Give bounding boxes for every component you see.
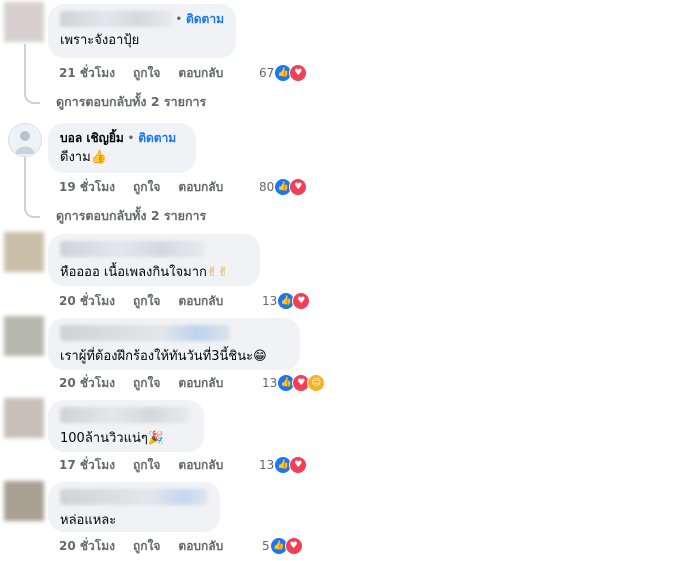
thread-line bbox=[24, 157, 26, 204]
reaction-summary[interactable]: 13 👍 ♥ bbox=[262, 292, 311, 310]
commenter-name-blurred[interactable] bbox=[60, 489, 208, 505]
comment-actions: 19 ชั่วโมง ถูกใจ ตอบกลับ bbox=[59, 178, 223, 196]
reaction-count: 67 bbox=[259, 66, 275, 80]
commenter-name-blurred[interactable] bbox=[60, 11, 172, 27]
like-button[interactable]: ถูกใจ bbox=[133, 292, 160, 311]
commenter-avatar[interactable] bbox=[4, 398, 44, 438]
follow-button[interactable]: ติดตาม bbox=[138, 129, 176, 148]
commenter-name-blurred[interactable] bbox=[60, 407, 190, 423]
comment-time[interactable]: 21 ชั่วโมง bbox=[59, 64, 115, 83]
comment-bubble: • ติดตาม เพราะจังอาปุ้ย bbox=[48, 4, 236, 58]
comment-bubble: บอล เชิญยิ้ม • ติดตาม ดีงาม👍 bbox=[48, 123, 196, 173]
comment-time[interactable]: 20 ชั่วโมง bbox=[59, 374, 115, 393]
reply-button[interactable]: ตอบกลับ bbox=[178, 292, 223, 311]
reaction-count: 5 bbox=[262, 539, 270, 553]
reply-button[interactable]: ตอบกลับ bbox=[178, 374, 223, 393]
reply-button[interactable]: ตอบกลับ bbox=[178, 537, 223, 556]
comment-time[interactable]: 20 ชั่วโมง bbox=[59, 537, 115, 556]
like-button[interactable]: ถูกใจ bbox=[133, 178, 160, 197]
love-reaction-icon: ♥ bbox=[289, 456, 308, 474]
comment-actions: 20 ชั่วโมง ถูกใจ ตอบกลับ bbox=[59, 292, 223, 310]
reaction-count: 13 bbox=[262, 376, 278, 390]
separator-dot: • bbox=[175, 13, 182, 25]
love-reaction-icon: ♥ bbox=[289, 178, 308, 196]
reaction-count: 13 bbox=[262, 294, 278, 308]
comment-time[interactable]: 19 ชั่วโมง bbox=[59, 178, 115, 197]
commenter-avatar[interactable] bbox=[8, 123, 42, 157]
comment-bubble: หืออออ เนื้อเพลงกินใจมาก✌✌ bbox=[48, 234, 260, 286]
victory-hand-emoji-icon: ✌✌ bbox=[206, 265, 229, 280]
view-replies-link[interactable]: ดูการตอบกลับทั้ง 2 รายการ bbox=[56, 92, 206, 112]
reaction-summary[interactable]: 80 👍 ♥ bbox=[259, 178, 308, 196]
commenter-name[interactable]: บอล เชิญยิ้ม bbox=[60, 129, 124, 148]
comment-text: ดีงาม bbox=[60, 150, 91, 165]
person-icon bbox=[15, 131, 35, 154]
comment-bubble: 100ล้านวิวแน่ๆ🎉 bbox=[48, 400, 204, 452]
grinning-face-emoji-icon: 😁 bbox=[253, 349, 267, 364]
comment-text: เราผู้ที่ต้องฝึกร้องให้ทันวันที่3นี้ชินะ bbox=[60, 349, 254, 364]
commenter-avatar[interactable] bbox=[4, 481, 44, 521]
reaction-summary[interactable]: 13 👍 ♥ ☺ bbox=[262, 374, 326, 392]
love-reaction-icon: ♥ bbox=[292, 292, 311, 310]
comment-text: 100ล้านวิวแน่ๆ bbox=[60, 431, 148, 446]
commenter-name-blurred[interactable] bbox=[60, 325, 230, 341]
love-reaction-icon: ♥ bbox=[289, 64, 308, 82]
love-reaction-icon: ♥ bbox=[284, 537, 303, 555]
reply-button[interactable]: ตอบกลับ bbox=[178, 456, 223, 475]
like-button[interactable]: ถูกใจ bbox=[133, 64, 160, 83]
comment-text: หล่อแหละ bbox=[60, 513, 117, 528]
comment-text: เพราะจังอาปุ้ย bbox=[60, 33, 140, 48]
comment-bubble: เราผู้ที่ต้องฝึกร้องให้ทันวันที่3นี้ชินะ… bbox=[48, 318, 300, 370]
comment-time[interactable]: 17 ชั่วโมง bbox=[59, 456, 115, 475]
reply-button[interactable]: ตอบกลับ bbox=[178, 64, 223, 83]
reaction-summary[interactable]: 13 👍 ♥ bbox=[259, 456, 308, 474]
care-reaction-icon: ☺ bbox=[307, 374, 326, 392]
commenter-avatar[interactable] bbox=[4, 232, 44, 272]
comment-actions: 17 ชั่วโมง ถูกใจ ตอบกลับ bbox=[59, 456, 223, 474]
like-button[interactable]: ถูกใจ bbox=[133, 374, 160, 393]
thread-curve bbox=[24, 90, 40, 104]
reaction-summary[interactable]: 5 👍 ♥ bbox=[262, 537, 303, 555]
commenter-name-blurred[interactable] bbox=[60, 241, 205, 257]
reaction-count: 13 bbox=[259, 458, 275, 472]
comment-bubble: หล่อแหละ bbox=[48, 482, 220, 532]
view-replies-link[interactable]: ดูการตอบกลับทั้ง 2 รายการ bbox=[56, 206, 206, 226]
commenter-avatar[interactable] bbox=[4, 316, 44, 356]
follow-button[interactable]: ติดตาม bbox=[186, 10, 224, 29]
reaction-summary[interactable]: 67 👍 ♥ bbox=[259, 64, 308, 82]
comment-actions: 21 ชั่วโมง ถูกใจ ตอบกลับ bbox=[59, 64, 223, 82]
comment-actions: 20 ชั่วโมง ถูกใจ ตอบกลับ bbox=[59, 374, 223, 392]
commenter-avatar[interactable] bbox=[4, 2, 44, 42]
reaction-count: 80 bbox=[259, 180, 275, 194]
comment-actions: 20 ชั่วโมง ถูกใจ ตอบกลับ bbox=[59, 537, 223, 555]
thumbs-up-emoji-icon: 👍 bbox=[90, 150, 107, 165]
reply-button[interactable]: ตอบกลับ bbox=[178, 178, 223, 197]
thread-curve bbox=[24, 204, 40, 218]
comment-time[interactable]: 20 ชั่วโมง bbox=[59, 292, 115, 311]
comment-text: หืออออ เนื้อเพลงกินใจมาก bbox=[60, 265, 207, 280]
thread-line bbox=[24, 44, 26, 90]
like-button[interactable]: ถูกใจ bbox=[133, 537, 160, 556]
separator-dot: • bbox=[127, 132, 135, 144]
like-button[interactable]: ถูกใจ bbox=[133, 456, 160, 475]
party-popper-emoji-icon: 🎉 bbox=[147, 431, 165, 446]
